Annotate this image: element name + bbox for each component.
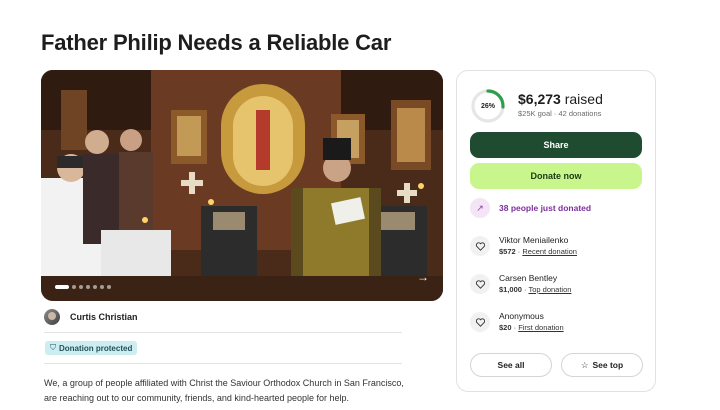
- donation-item: Anonymous $20 · First donation: [470, 310, 564, 334]
- donate-now-button[interactable]: Donate now: [470, 163, 642, 189]
- carousel-dot[interactable]: [107, 285, 111, 289]
- carousel-dot[interactable]: [79, 285, 83, 289]
- shield-icon: ⛉: [50, 343, 56, 352]
- see-all-button[interactable]: See all: [470, 353, 552, 377]
- carousel-dot[interactable]: [72, 285, 76, 289]
- donation-item: Viktor Meniailenko $572 · Recent donatio…: [470, 234, 577, 258]
- donation-card: 26% $6,273 raised $25K goal · 42 donatio…: [456, 70, 656, 392]
- campaign-photo-carousel[interactable]: →: [41, 70, 443, 301]
- carousel-dot[interactable]: [86, 285, 90, 289]
- donation-amount: $1,000: [499, 285, 522, 294]
- donor-name: Carsen Bentley: [499, 273, 558, 283]
- donation-item: Carsen Bentley $1,000 · Top donation: [470, 272, 571, 296]
- donation-tag-link[interactable]: Recent donation: [522, 247, 577, 256]
- recent-activity-text: 38 people just donated: [499, 203, 592, 213]
- see-top-button[interactable]: ☆ See top: [561, 353, 643, 377]
- recent-activity: ↗ 38 people just donated: [470, 198, 591, 218]
- amount-raised: $6,273 raised: [518, 91, 603, 107]
- carousel-dot[interactable]: [55, 285, 69, 289]
- goal-and-donations: $25K goal · 42 donations: [518, 109, 602, 118]
- divider: [44, 332, 402, 333]
- avatar: [44, 309, 60, 325]
- donation-tag-link[interactable]: First donation: [518, 323, 563, 332]
- arrow-right-icon[interactable]: →: [417, 270, 429, 284]
- donation-amount: $572: [499, 247, 516, 256]
- raised-amount: $6,273: [518, 91, 561, 107]
- organizer[interactable]: Curtis Christian: [44, 309, 138, 325]
- trending-up-icon: ↗: [470, 198, 490, 218]
- donation-amount: $20: [499, 323, 512, 332]
- organizer-name[interactable]: Curtis Christian: [70, 312, 138, 322]
- donation-tag-link[interactable]: Top donation: [528, 285, 571, 294]
- see-all-label: See all: [497, 360, 525, 370]
- heart-hand-icon: [470, 274, 490, 294]
- page-title: Father Philip Needs a Reliable Car: [41, 30, 392, 55]
- campaign-story: We, a group of people affiliated with Ch…: [44, 378, 404, 403]
- divider: [44, 363, 402, 364]
- raised-suffix: raised: [560, 91, 603, 107]
- donation-protected-badge[interactable]: ⛉ Donation protected: [45, 341, 138, 355]
- donor-name: Anonymous: [499, 311, 544, 321]
- carousel-dot[interactable]: [93, 285, 97, 289]
- see-top-label: See top: [592, 360, 624, 370]
- heart-hand-icon: [470, 312, 490, 332]
- donation-protected-label: Donation protected: [59, 343, 133, 353]
- carousel-dot[interactable]: [100, 285, 104, 289]
- carousel-dots[interactable]: [55, 285, 111, 289]
- church-service-photo: [41, 70, 443, 301]
- share-button[interactable]: Share: [470, 132, 642, 158]
- progress-percent: 26%: [480, 102, 495, 110]
- donor-name: Viktor Meniailenko: [499, 235, 569, 245]
- heart-hand-icon: [470, 236, 490, 256]
- star-icon: ☆: [580, 359, 589, 370]
- progress-ring: 26%: [470, 88, 506, 124]
